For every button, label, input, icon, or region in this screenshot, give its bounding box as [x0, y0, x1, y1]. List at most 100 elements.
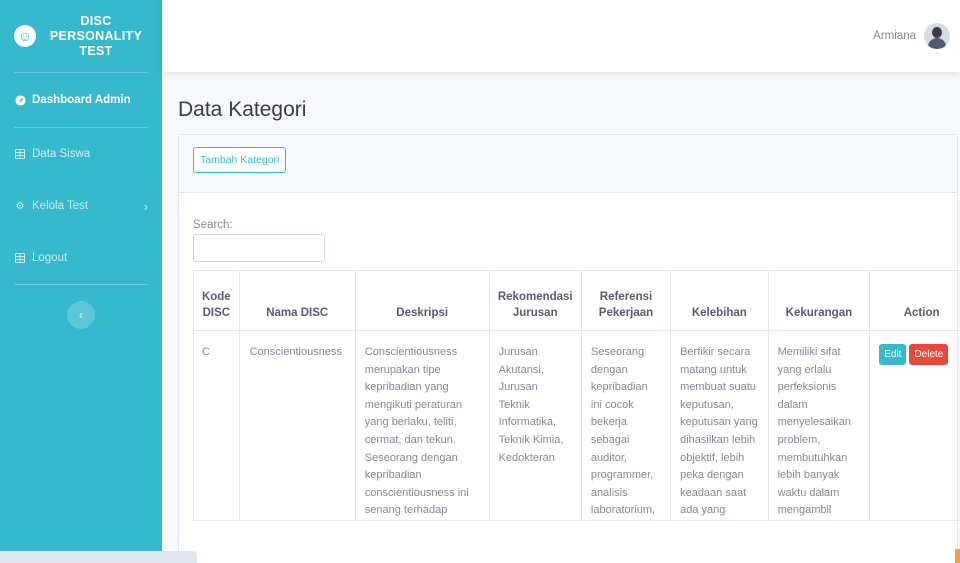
- cell-line: sebagai: [590, 433, 630, 446]
- cell-line: problem,: [777, 433, 821, 446]
- sidebar-item-label: Logout: [32, 252, 68, 264]
- cell-line: kepribadian: [590, 381, 648, 394]
- cell-deskripsi: Conscientiousness merupakan tipe kepribadi…: [354, 330, 490, 521]
- cell-line: waktu dalam: [777, 486, 840, 499]
- cell-line: auditor,: [590, 451, 627, 464]
- column-header[interactable]: Kekurangan: [767, 270, 871, 331]
- cell-line: Conscientiousness: [364, 346, 458, 358]
- cell-line: keputusan,: [680, 398, 734, 411]
- column-header[interactable]: Rekomendasi Jurusan: [488, 270, 582, 331]
- cell-line: matang untuk: [680, 363, 747, 376]
- user-name[interactable]: Armiana: [873, 30, 916, 42]
- cell-line: Teknik: [498, 398, 530, 411]
- topbar: Armiana: [162, 0, 960, 72]
- cell-line: dalam: [777, 398, 808, 411]
- cell-line: senang terhadap: [364, 504, 448, 517]
- table-header-row: Kode DISC Nama DISC Deskripsi Rekomendasi…: [193, 270, 960, 331]
- cell-line: Seseorang: [590, 346, 645, 358]
- column-header[interactable]: Kode DISC: [193, 270, 240, 331]
- card-header: Tambah Kategori: [179, 135, 957, 193]
- search-input[interactable]: [193, 234, 325, 262]
- table-icon: [14, 252, 26, 264]
- cell-kekurangan: Memiliki sifat yang erlalu perfeksionis dal…: [767, 330, 871, 521]
- sidebar-toggle-button[interactable]: ‹: [67, 301, 95, 329]
- cell-line: ini cocok: [590, 398, 634, 411]
- sidebar-item-logout[interactable]: Logout: [0, 232, 162, 284]
- cell-line: merupakan tipe: [364, 363, 441, 376]
- cell-line: mengikuti peraturan: [364, 398, 463, 411]
- add-category-button[interactable]: Tambah Kategori: [193, 147, 287, 173]
- laugh-wink-icon: ☺: [14, 25, 36, 47]
- cell-line: cermat, dan tekun.: [364, 433, 456, 446]
- column-header[interactable]: Kelebihan: [670, 270, 769, 331]
- avatar-head: [932, 27, 942, 38]
- edit-button[interactable]: Edit: [879, 344, 907, 365]
- cell-rekomendasi: Jurusan Akutansi, Jurusan Teknik Informatika…: [488, 330, 582, 521]
- cell-line: lebih banyak: [777, 469, 840, 482]
- cell-line: Jurusan: [498, 346, 538, 358]
- cell-line: conscientiousness ini: [364, 486, 469, 499]
- cell-action: Edit Delete: [869, 330, 960, 521]
- brand-line-2: PERSONALITY: [49, 28, 143, 43]
- brand-title: DISC PERSONALITY TEST: [36, 14, 162, 59]
- data-card: Tambah Kategori Search: Kode DISC Nama DI…: [178, 134, 960, 563]
- table-row: C Conscientiousness Conscientiousness mer…: [193, 330, 960, 521]
- brand-line-3: TEST: [79, 43, 113, 58]
- cell-line: keputusan yang: [680, 416, 758, 429]
- cell-line: yang berlaku, teliti,: [364, 416, 457, 429]
- cell-line: keadaan saat: [680, 486, 747, 499]
- sidebar-item-label: Kelola Test: [32, 200, 89, 212]
- cell-line: ada yang: [680, 504, 726, 517]
- cell-line: Jurusan: [498, 381, 538, 394]
- table-icon: [14, 148, 26, 160]
- cell-line: Memiliki sifat: [777, 346, 841, 358]
- column-header[interactable]: Nama DISC: [238, 270, 356, 331]
- category-table: Kode DISC Nama DISC Deskripsi Rekomendasi…: [193, 270, 960, 521]
- status-url: [0, 551, 197, 563]
- avatar-body: [928, 38, 946, 49]
- cell-line: Akutansi,: [498, 363, 544, 376]
- cell-line: Kedokteran: [498, 451, 555, 464]
- cell-line: bekerja: [590, 416, 627, 429]
- column-header[interactable]: Action: [869, 270, 960, 331]
- cell-kelebihan: Berfikir secara matang untuk membuat suatu…: [670, 330, 769, 521]
- chevron-left-icon: ‹: [79, 308, 83, 322]
- sidebar-brand[interactable]: ☺ DISC PERSONALITY TEST: [0, 0, 162, 72]
- scroll-indicator: [955, 549, 960, 563]
- cell-referensi: Seseorang dengan kepribadian ini cocok beker…: [580, 330, 672, 521]
- cell-line: kepribadian: [364, 469, 422, 482]
- cell-line: laboratorium,: [590, 504, 656, 517]
- delete-button[interactable]: Delete: [909, 344, 949, 365]
- cog-icon: ⚙: [15, 200, 25, 212]
- sidebar-item-dashboard-admin[interactable]: Dashboard Admin: [0, 73, 162, 127]
- column-header[interactable]: Referensi Pekerjaan: [580, 270, 672, 331]
- browser-status-bar: [0, 551, 197, 563]
- tachometer-icon: [14, 94, 26, 106]
- cell-line: programmer,: [590, 469, 654, 482]
- column-header[interactable]: Deskripsi: [354, 270, 490, 331]
- cell-line: dengan: [590, 363, 628, 376]
- cell-line: mengambil: [777, 504, 832, 517]
- sidebar-item-label: Dashboard Admin: [32, 94, 131, 106]
- cell-line: objektif, lebih: [680, 451, 745, 464]
- sidebar-item-label: Data Siswa: [32, 148, 91, 160]
- cell-line: Teknik Kimia,: [498, 433, 564, 446]
- chevron-right-icon: ›: [143, 198, 148, 214]
- cell-line: membutuhkan: [777, 451, 848, 464]
- brand-line-1: DISC: [80, 13, 112, 28]
- cell-line: Berfikir secara: [680, 346, 751, 358]
- cell-line: Informatika,: [498, 416, 557, 429]
- sidebar-item-data-siswa[interactable]: Data Siswa: [0, 128, 162, 180]
- cell-line: perfeksionis: [777, 381, 837, 394]
- cell-kode: C: [193, 330, 240, 521]
- cell-line: kepribadian yang: [364, 381, 449, 394]
- cell-nama: Conscientiousness: [238, 330, 356, 521]
- sidebar-item-kelola-test[interactable]: ⚙ Kelola Test ›: [0, 180, 162, 232]
- avatar[interactable]: [924, 23, 950, 49]
- sidebar-divider: [14, 284, 148, 285]
- cell-line: Seseorang dengan: [364, 451, 458, 464]
- cell-line: analisis: [590, 486, 628, 499]
- search-label: Search:: [193, 219, 233, 231]
- page-title: Data Kategori: [178, 98, 307, 121]
- cell-line: dihasilkan lebih: [680, 433, 756, 446]
